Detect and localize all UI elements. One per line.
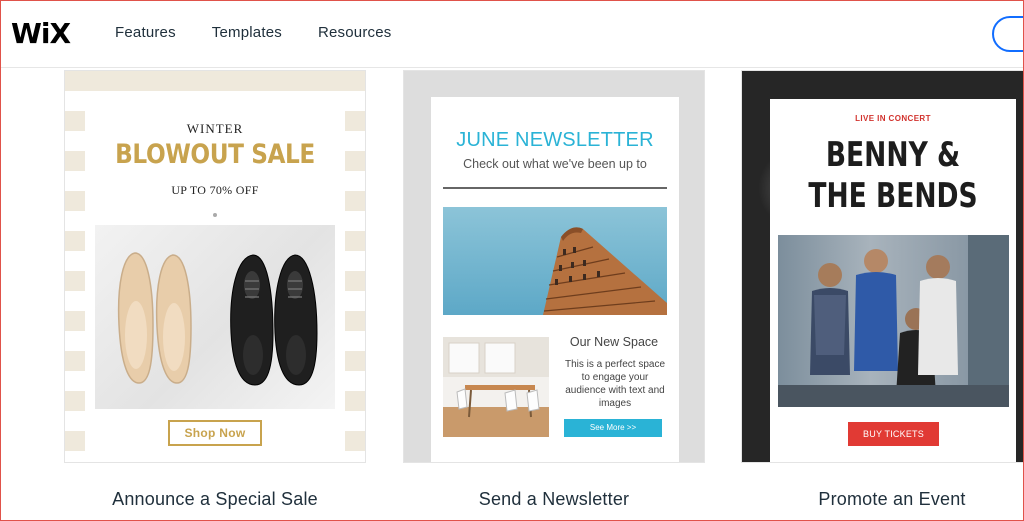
shop-now-button[interactable]: Shop Now — [168, 420, 262, 446]
newsletter-email-preview: JUNE NEWSLETTER Check out what we've bee… — [431, 97, 679, 462]
buy-tickets-button[interactable]: BUY TICKETS — [848, 422, 939, 446]
wix-logo[interactable]: WiX — [11, 17, 71, 50]
newsletter-title: JUNE NEWSLETTER — [456, 129, 654, 151]
card-label-newsletter[interactable]: Send a Newsletter — [403, 489, 705, 510]
sale-subtitle: UP TO 70% OFF — [171, 183, 259, 197]
nav-resources[interactable]: Resources — [318, 24, 392, 41]
template-gallery: WINTER BLOWOUT SALE UP TO 70% OFF Shop N… — [0, 68, 1024, 521]
template-card-sale[interactable]: WINTER BLOWOUT SALE UP TO 70% OFF Shop N… — [64, 70, 366, 463]
building-photo — [443, 207, 667, 315]
sale-title: BLOWOUT SALE — [115, 139, 315, 170]
shoes-photo — [95, 225, 335, 409]
header-cta-button[interactable] — [992, 16, 1024, 52]
main-nav: Features Templates Resources — [115, 24, 391, 41]
band-photo — [778, 235, 1009, 407]
event-title-line1: BENNY & — [825, 135, 961, 175]
sale-kicker: WINTER — [186, 121, 244, 136]
newsletter-divider — [443, 187, 667, 189]
event-title: BENNY & THE BENDS — [797, 135, 989, 217]
event-title-line2: THE BENDS — [808, 176, 978, 216]
template-card-newsletter[interactable]: JUNE NEWSLETTER Check out what we've bee… — [403, 70, 705, 463]
event-email-preview: LIVE IN CONCERT BENNY & THE BENDS BUY TI… — [770, 99, 1016, 462]
dining-room-photo — [443, 337, 549, 437]
divider-dot — [213, 213, 217, 217]
template-card-event[interactable]: LIVE IN CONCERT BENNY & THE BENDS BUY TI… — [741, 70, 1024, 463]
card-label-event[interactable]: Promote an Event — [741, 489, 1024, 510]
nav-features[interactable]: Features — [115, 24, 176, 41]
newsletter-section-title: Our New Space — [569, 335, 659, 349]
card-label-sale[interactable]: Announce a Special Sale — [64, 489, 366, 510]
nav-templates[interactable]: Templates — [212, 24, 282, 41]
newsletter-section-body: This is a perfect space to engage your a… — [564, 359, 666, 409]
see-more-button[interactable]: See More >> — [564, 419, 662, 437]
top-header: WiX Features Templates Resources — [0, 0, 1024, 68]
newsletter-subtitle: Check out what we've been up to — [463, 157, 647, 171]
event-kicker: LIVE IN CONCERT — [855, 114, 931, 123]
sale-email-preview: WINTER BLOWOUT SALE UP TO 70% OFF Shop N… — [85, 93, 345, 462]
